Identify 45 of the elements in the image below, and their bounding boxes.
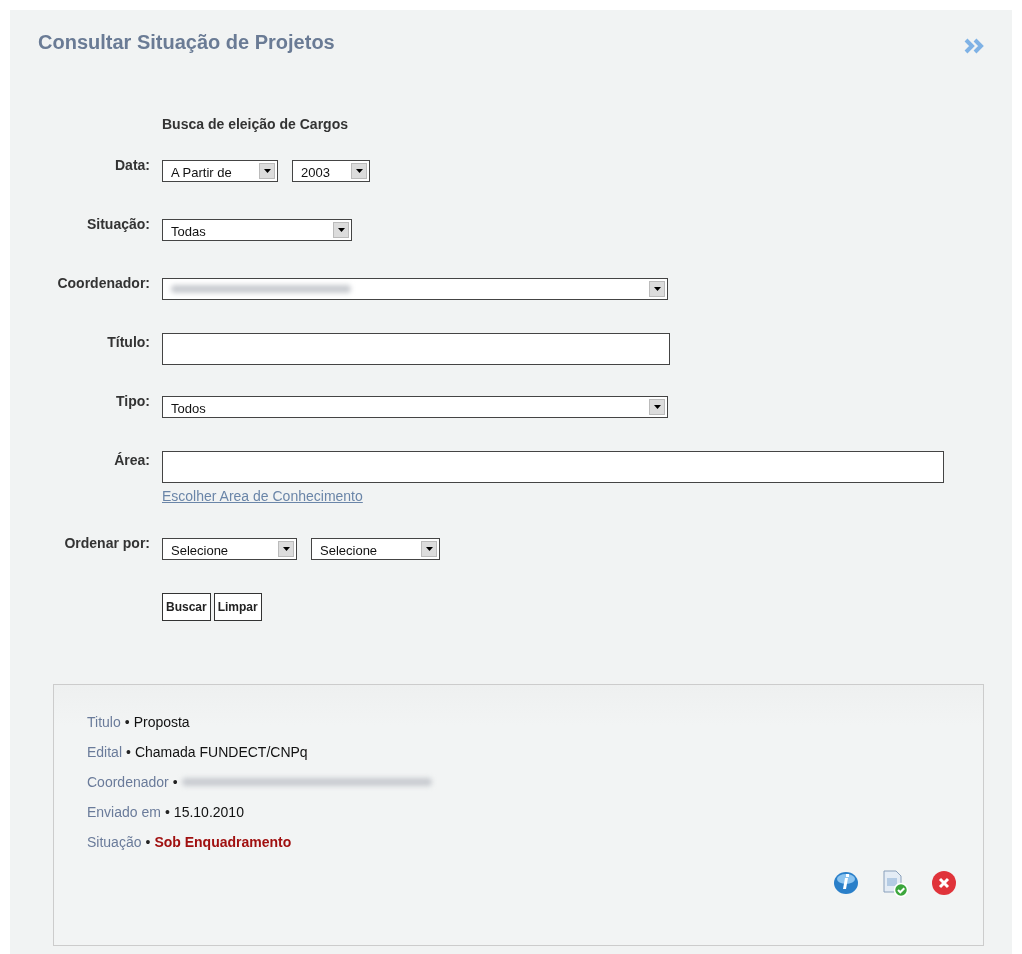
caret-icon	[282, 547, 290, 551]
dropdown[interactable]	[162, 278, 668, 300]
result-label: Titulo	[87, 714, 121, 730]
caret-icon	[355, 169, 363, 173]
caret-icon	[263, 169, 271, 173]
dropdown[interactable]: Selecione	[162, 538, 297, 560]
result-label: Situação	[87, 834, 142, 850]
bullet-separator: •	[124, 714, 130, 730]
document-check-icon[interactable]	[881, 869, 909, 897]
dropdown[interactable]: A Partir de	[162, 160, 278, 182]
caret-icon	[337, 228, 345, 232]
dropdown[interactable]: Todos	[162, 396, 668, 418]
caret-icon	[653, 287, 661, 291]
link[interactable]: Escolher Area de Conhecimento	[162, 488, 363, 504]
bullet-separator: •	[164, 804, 170, 820]
input-field[interactable]	[162, 333, 670, 365]
caret-icon	[653, 405, 661, 409]
caret-icon	[425, 547, 433, 551]
bullet-separator: •	[172, 774, 178, 790]
form-heading: Busca de eleição de Cargos	[162, 116, 349, 134]
info-icon[interactable]	[833, 870, 859, 896]
dropdown[interactable]: Selecione	[311, 538, 440, 560]
form-button[interactable]: Buscar	[162, 593, 211, 621]
field-label: Área:	[114, 452, 150, 468]
result-value: 15.10.2010	[173, 804, 244, 820]
delete-icon[interactable]	[931, 870, 957, 896]
result-label: Enviado em	[87, 804, 161, 820]
result-value: Chamada FUNDECT/CNPq	[134, 744, 308, 760]
field-label: Tipo:	[116, 393, 150, 409]
result-label: Edital	[87, 744, 123, 760]
page-title: Consultar Situação de Projetos	[38, 30, 335, 54]
dropdown[interactable]: Todas	[162, 219, 352, 241]
status-value: Sob Enquadramento	[154, 834, 292, 850]
result-value: Proposta	[133, 714, 190, 730]
field-label: Título:	[107, 334, 150, 350]
form-button[interactable]: Limpar	[213, 593, 262, 621]
field-label: Coordenador:	[57, 275, 150, 291]
field-label: Data:	[115, 157, 150, 173]
field-label: Situação:	[87, 216, 150, 232]
input-field[interactable]	[162, 451, 944, 483]
field-label: Ordenar por:	[64, 535, 150, 551]
dropdown[interactable]: 2003	[292, 160, 370, 182]
bullet-separator: •	[145, 834, 151, 850]
result-label: Coordenador	[87, 774, 169, 790]
bullet-separator: •	[126, 744, 131, 760]
